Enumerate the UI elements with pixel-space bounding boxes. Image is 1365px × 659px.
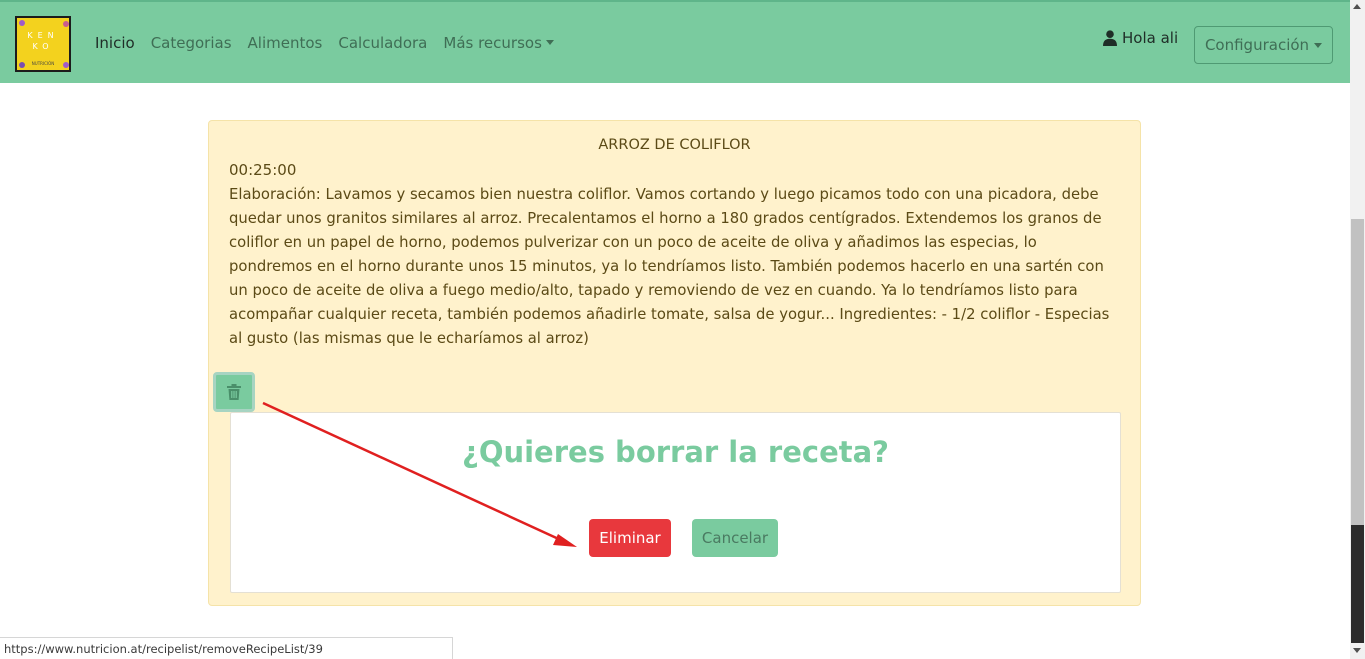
top-navbar: KEN KO NUTRICIÓN Inicio Categorias Alime… xyxy=(0,0,1350,83)
nav-link-calculadora[interactable]: Calculadora xyxy=(338,34,427,52)
cancel-button[interactable]: Cancelar xyxy=(692,519,778,557)
confirm-delete-button[interactable]: Eliminar xyxy=(589,519,671,557)
caret-down-icon xyxy=(1314,42,1323,48)
logo-subtext: NUTRICIÓN xyxy=(31,61,55,66)
nav-link-inicio[interactable]: Inicio xyxy=(95,34,135,52)
logo-text-top: KEN xyxy=(27,31,59,40)
scrollbar-track-overlay xyxy=(1351,525,1364,643)
logo-text-bottom: KO xyxy=(32,42,54,51)
trash-icon xyxy=(227,384,241,400)
scroll-up-arrow-icon[interactable] xyxy=(1353,4,1361,9)
user-greeting-label: Hola ali xyxy=(1122,29,1179,47)
scrollbar-thumb[interactable] xyxy=(1351,219,1364,525)
user-icon xyxy=(1103,30,1117,46)
recipe-title: ARROZ DE COLIFLOR xyxy=(598,137,751,153)
recipe-description: Elaboración: Lavamos y secamos bien nues… xyxy=(229,186,1110,347)
config-dropdown-button[interactable]: Configuración xyxy=(1194,26,1333,64)
nav-dropdown-label: Más recursos xyxy=(443,34,542,52)
scroll-down-arrow-icon[interactable] xyxy=(1353,648,1361,653)
delete-confirm-dialog: ¿Quieres borrar la receta? Eliminar Canc… xyxy=(230,412,1121,593)
flower-decoration-icon xyxy=(63,21,69,27)
main-nav: Inicio Categorias Alimentos Calculadora … xyxy=(95,34,570,52)
flower-decoration-icon xyxy=(19,20,25,26)
kenko-logo[interactable]: KEN KO NUTRICIÓN xyxy=(15,16,71,72)
recipe-card: ARROZ DE COLIFLOR 00:25:00 Elaboración: … xyxy=(208,120,1141,606)
browser-status-url: https://www.nutricion.at/recipelist/remo… xyxy=(0,637,453,659)
user-greeting[interactable]: Hola ali xyxy=(1103,29,1178,47)
caret-down-icon xyxy=(545,40,554,45)
recipe-time: 00:25:00 xyxy=(229,161,297,179)
nav-link-categorias[interactable]: Categorias xyxy=(151,34,232,52)
nav-link-alimentos[interactable]: Alimentos xyxy=(248,34,323,52)
nav-dropdown-mas-recursos[interactable]: Más recursos xyxy=(443,34,554,52)
delete-recipe-button[interactable] xyxy=(213,372,255,412)
config-button-label: Configuración xyxy=(1204,36,1310,54)
page-scrollbar[interactable] xyxy=(1350,0,1365,659)
dialog-question: ¿Quieres borrar la receta? xyxy=(462,435,889,469)
